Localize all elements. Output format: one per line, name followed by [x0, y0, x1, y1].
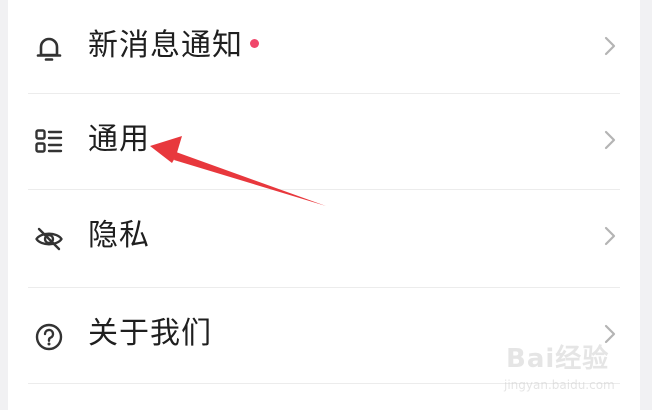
- question-circle-icon: [34, 322, 64, 352]
- settings-item-label: 通用: [88, 122, 150, 157]
- general-list-icon: [34, 128, 64, 158]
- notification-badge-dot: [250, 39, 259, 48]
- divider: [28, 383, 620, 384]
- bell-icon: [34, 34, 64, 64]
- settings-item-label: 新消息通知: [88, 28, 243, 63]
- settings-item-general[interactable]: 通用: [8, 94, 640, 190]
- settings-item-privacy[interactable]: 隐私: [8, 190, 640, 286]
- chevron-right-icon: [602, 129, 618, 151]
- settings-item-label: 关于我们: [88, 316, 212, 351]
- settings-list: 新消息通知 通用 隐私 关于我们: [8, 0, 640, 410]
- chevron-right-icon: [602, 225, 618, 247]
- settings-item-about-us[interactable]: 关于我们: [8, 288, 640, 384]
- eye-off-icon: [34, 224, 64, 254]
- settings-item-label: 隐私: [88, 218, 150, 253]
- chevron-right-icon: [602, 323, 618, 345]
- chevron-right-icon: [602, 35, 618, 57]
- settings-item-new-message-notification[interactable]: 新消息通知: [8, 0, 640, 96]
